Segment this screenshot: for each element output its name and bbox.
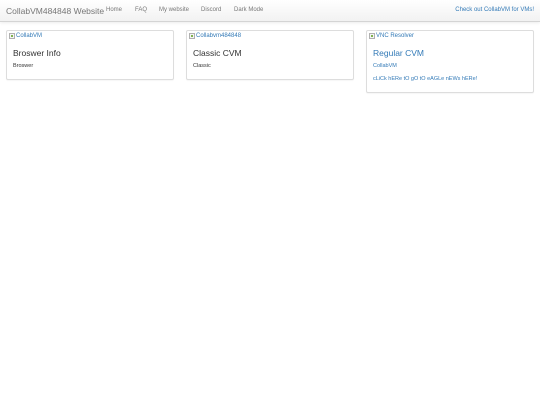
card-text: Classic <box>193 63 211 69</box>
card-classic-cvm: Collabvm484848 Classic CVM Classic <box>186 30 354 80</box>
broken-image-icon <box>369 33 375 39</box>
card-link-eagle-news[interactable]: cLiCk hERe tO gO tO eAGLe nEWs hERe! <box>373 76 477 82</box>
card-regular-cvm: VNC Resolver Regular CVM CollabVM cLiCk … <box>366 30 534 93</box>
site-brand[interactable]: CollabVM484848 Website <box>6 6 104 16</box>
card-title: Classic CVM <box>193 48 242 58</box>
nav-dark-mode[interactable]: Dark Mode <box>234 7 263 13</box>
card-image-alt: VNC Resolver <box>376 33 415 39</box>
nav-home[interactable]: Home <box>106 7 122 13</box>
card-text: Broswer <box>13 63 34 69</box>
card-image: VNC Resolver <box>369 33 414 39</box>
top-navbar: CollabVM484848 Website Home FAQ My websi… <box>0 0 540 22</box>
broken-image-icon <box>9 33 15 39</box>
card-image-alt: CollabVM <box>16 33 43 39</box>
card-image: Collabvm484848 <box>189 33 241 39</box>
card-title: Broswer Info <box>13 48 61 58</box>
broken-image-icon <box>189 33 195 39</box>
nav-check-out-collabvm[interactable]: Check out CollabVM for VMs! <box>455 7 534 13</box>
card-image-alt: Collabvm484848 <box>196 33 242 39</box>
card-link-collabvm[interactable]: CollabVM <box>373 63 397 69</box>
nav-discord[interactable]: Discord <box>201 7 221 13</box>
nav-my-website[interactable]: My website <box>159 7 189 13</box>
card-image: CollabVM <box>9 33 42 39</box>
nav-faq[interactable]: FAQ <box>135 7 147 13</box>
card-browser-info: CollabVM Broswer Info Broswer <box>6 30 174 80</box>
card-title-link[interactable]: Regular CVM <box>373 48 424 58</box>
